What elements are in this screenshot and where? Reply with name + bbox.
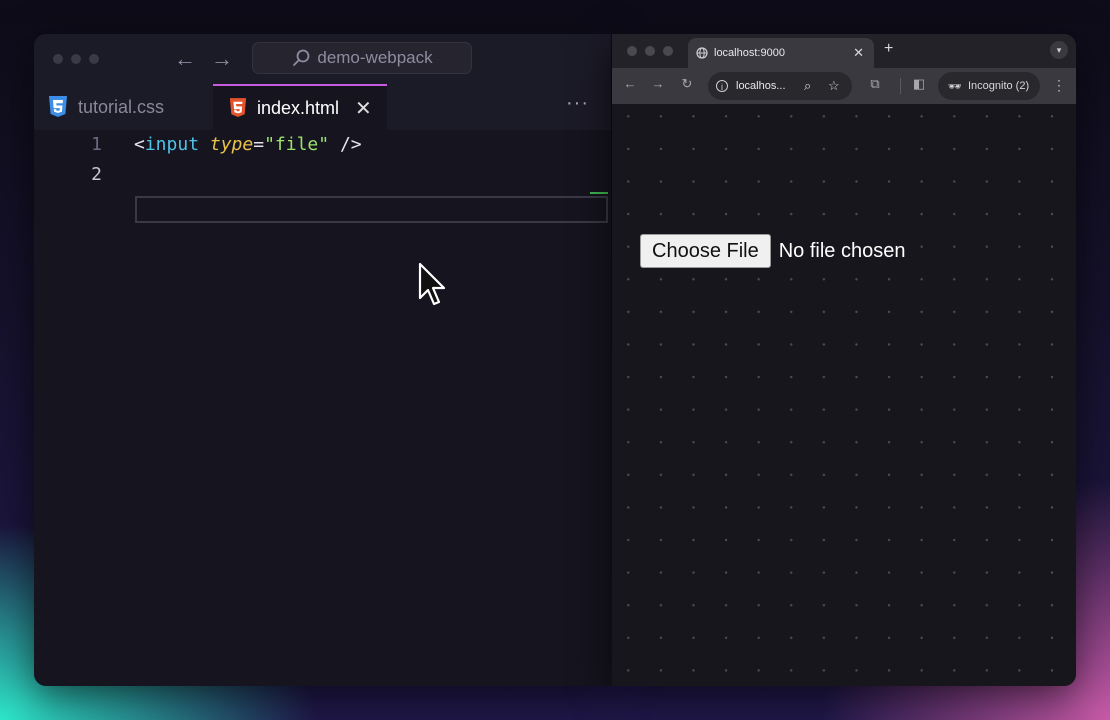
back-arrow-icon[interactable]: ← [621, 76, 639, 91]
file-status-text: No file chosen [778, 239, 906, 262]
reload-icon[interactable]: ↻ [678, 76, 696, 92]
token-punctuation: /> [329, 134, 362, 155]
extensions-icon[interactable]: ⧉ [866, 76, 884, 92]
browser-window: localhost:9000 ✕ + ▾ ← → ↻ i localhos...… [612, 34, 1076, 686]
site-info-icon[interactable]: i [716, 80, 728, 92]
token-punctuation: = [253, 134, 265, 155]
window-controls[interactable] [627, 46, 673, 56]
incognito-label: Incognito (2) [967, 80, 1030, 92]
maximize-window-dot[interactable] [89, 54, 99, 64]
token-attribute: type [209, 134, 254, 155]
current-line-highlight [135, 196, 608, 223]
back-arrow-icon[interactable]: ← [172, 46, 198, 72]
close-tab-icon[interactable]: ✕ [355, 96, 372, 121]
incognito-icon: 🕶 [948, 80, 962, 93]
css3-icon [49, 96, 67, 117]
browser-tab[interactable]: localhost:9000 ✕ [688, 38, 874, 68]
incognito-indicator[interactable]: 🕶 Incognito (2) [938, 72, 1040, 100]
tab-title: localhost:9000 [714, 47, 785, 59]
zoom-icon[interactable]: ⌕ [804, 72, 811, 100]
minimize-window-dot[interactable] [645, 46, 655, 56]
code-line: 1 <input type="file" /> [34, 130, 611, 160]
tab-search-chevron-icon[interactable]: ▾ [1050, 41, 1068, 59]
browser-tab-strip: localhost:9000 ✕ + ▾ [612, 34, 1076, 68]
browser-toolbar: ← → ↻ i localhos... ⌕ ☆ ⧉ ◧ 🕶 Incognito … [612, 68, 1076, 104]
tab-index-html[interactable]: index.html ✕ [213, 84, 387, 130]
browser-menu-icon[interactable]: ⋮ [1052, 77, 1066, 94]
page-viewport: Choose File No file chosen [612, 104, 1076, 686]
address-text: localhos... [736, 80, 786, 92]
token-tag: input [144, 134, 200, 155]
minimize-window-dot[interactable] [71, 54, 81, 64]
window-controls[interactable] [53, 54, 99, 64]
code-line: 2 [34, 160, 611, 190]
maximize-window-dot[interactable] [663, 46, 673, 56]
search-icon [293, 49, 310, 66]
forward-arrow-icon[interactable]: → [649, 76, 667, 91]
choose-file-button[interactable]: Choose File [640, 234, 771, 268]
close-tab-icon[interactable]: ✕ [853, 45, 864, 61]
bookmark-star-icon[interactable]: ☆ [828, 72, 840, 100]
diff-indicator [590, 192, 608, 194]
tab-tutorial-css[interactable]: tutorial.css [48, 84, 164, 130]
code-area[interactable]: 1 <input type="file" /> 2 [34, 130, 611, 686]
token-punctuation: < [134, 134, 145, 155]
mouse-pointer-icon [418, 262, 446, 306]
command-search-box[interactable]: demo-webpack [252, 42, 472, 74]
close-window-dot[interactable] [53, 54, 63, 64]
close-window-dot[interactable] [627, 46, 637, 56]
code-editor-window: ← → demo-webpack tutorial.css index.html… [34, 34, 611, 686]
editor-tab-bar: tutorial.css index.html ✕ ··· [34, 84, 611, 130]
line-code: <input type="file" /> [134, 130, 362, 160]
new-tab-icon[interactable]: + [884, 40, 893, 58]
line-number: 2 [91, 164, 102, 185]
toolbar-divider [900, 78, 901, 94]
tab-label: tutorial.css [78, 96, 165, 117]
editor-titlebar: ← → demo-webpack [34, 34, 611, 84]
side-panel-icon[interactable]: ◧ [910, 76, 928, 92]
tab-label: index.html [257, 97, 340, 118]
search-label: demo-webpack [317, 48, 433, 67]
more-actions-icon[interactable]: ··· [566, 92, 589, 115]
forward-arrow-icon[interactable]: → [209, 46, 235, 72]
globe-icon [696, 47, 708, 59]
file-input[interactable]: Choose File No file chosen [640, 234, 905, 268]
html5-icon [229, 98, 247, 117]
token-string: "file" [264, 134, 330, 155]
line-number: 1 [91, 134, 102, 155]
address-bar[interactable]: i localhos... ⌕ ☆ [708, 72, 852, 100]
